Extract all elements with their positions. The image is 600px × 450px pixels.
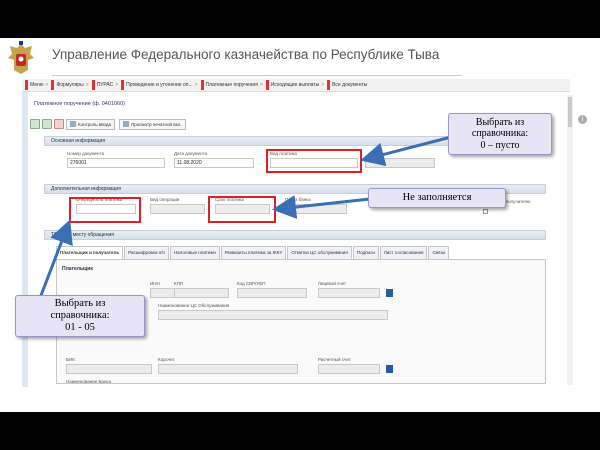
callout-payment-type: Выбрать из справочника: 0 – пусто [448, 113, 552, 155]
callout-not-filled: Не заполняется [368, 188, 506, 208]
callout-directory: Выбрать из справочника: 01 - 05 [15, 295, 145, 337]
slide-bottom-bar [0, 412, 600, 450]
arrow-to-payment-term [272, 195, 371, 219]
arrow-to-urgency [38, 219, 73, 299]
arrow-to-payment-type [360, 134, 456, 167]
annotation-arrows [38, 134, 456, 299]
